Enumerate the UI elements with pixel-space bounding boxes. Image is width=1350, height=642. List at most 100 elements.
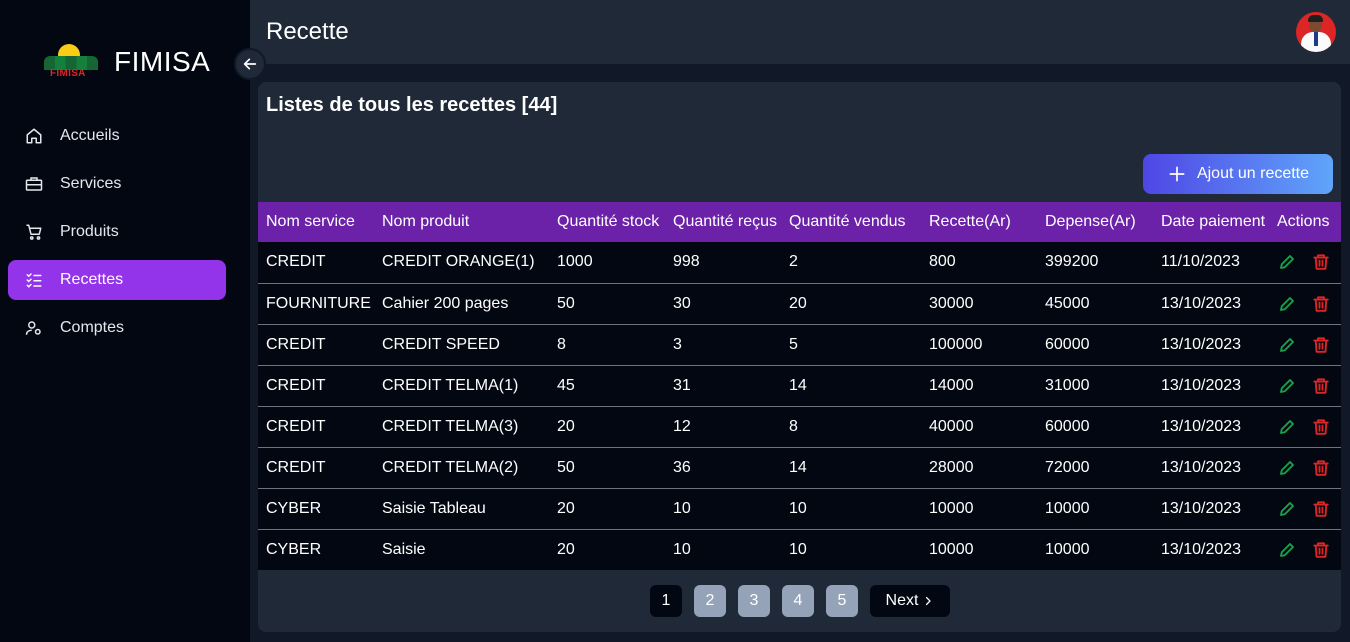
table-cell: 30000 [929, 294, 974, 312]
delete-icon[interactable] [1311, 417, 1331, 437]
sidebar-item-accueils[interactable]: Accueils [8, 116, 226, 156]
delete-icon[interactable] [1311, 252, 1331, 272]
table-cell: 28000 [929, 458, 974, 476]
table-cell: CYBER [266, 499, 322, 517]
cart-icon [24, 222, 44, 242]
edit-icon[interactable] [1277, 417, 1297, 437]
table-cell: 8 [557, 335, 566, 353]
page-button-4[interactable]: 4 [782, 585, 814, 617]
table-cell: 12 [673, 417, 691, 435]
delete-icon[interactable] [1311, 376, 1331, 396]
edit-icon[interactable] [1277, 540, 1297, 560]
table-cell: 10 [673, 499, 691, 517]
table-cell: 31 [673, 376, 691, 394]
page-title: Recette [266, 18, 349, 45]
table-cell: 13/10/2023 [1161, 540, 1242, 558]
table-cell: 8 [789, 417, 798, 435]
table-cell: 10000 [929, 499, 974, 517]
table-cell: 5 [789, 335, 798, 353]
actions-cell [1269, 529, 1341, 570]
table-cell: CYBER [266, 540, 322, 558]
table-cell: 3 [673, 335, 682, 353]
table-cell: 40000 [929, 417, 974, 435]
table-cell: 30 [673, 294, 691, 312]
actions-cell [1269, 242, 1341, 283]
sidebar-item-recettes[interactable]: Recettes [8, 260, 226, 300]
table-cell: 20 [557, 540, 575, 558]
sidebar-item-label: Accueils [60, 127, 120, 144]
collapse-sidebar-button[interactable] [234, 48, 266, 80]
edit-icon[interactable] [1277, 294, 1297, 314]
column-header: Quantité vendus [789, 213, 906, 230]
table-cell: Saisie [382, 540, 426, 558]
column-header: Quantité reçus [673, 213, 778, 230]
table-cell: 13/10/2023 [1161, 294, 1242, 312]
sidebar-item-label: Services [60, 175, 122, 192]
home-icon [24, 126, 44, 146]
table-row: CYBER Saisie 20 10 10 10000 10000 13/10/2023 [258, 529, 1341, 570]
delete-icon[interactable] [1311, 458, 1331, 478]
table-cell: 10000 [1045, 499, 1090, 517]
column-header: Depense(Ar) [1045, 213, 1136, 230]
recettes-table: Nom service Nom produit Quantité stock Q… [258, 202, 1341, 570]
actions-cell [1269, 447, 1341, 488]
actions-cell [1269, 283, 1341, 324]
table-cell: 60000 [1045, 335, 1090, 353]
edit-icon[interactable] [1277, 335, 1297, 355]
delete-icon[interactable] [1311, 294, 1331, 314]
table-cell: CREDIT [266, 417, 326, 435]
plus-icon [1169, 166, 1185, 182]
table-cell: Cahier 200 pages [382, 294, 509, 312]
next-page-button[interactable]: Next [870, 585, 950, 617]
column-header: Quantité stock [557, 213, 660, 230]
column-header: Actions [1277, 213, 1330, 230]
table-cell: FOURNITURE [266, 294, 371, 312]
table-cell: CREDIT TELMA(2) [382, 458, 519, 476]
table-cell: CREDIT [266, 376, 326, 394]
sidebar-item-produits[interactable]: Produits [8, 212, 226, 252]
edit-icon[interactable] [1277, 252, 1297, 272]
sidebar: FIMISA FIMISA Accueils Services Produits [0, 0, 250, 642]
top-header: Recette [250, 0, 1350, 64]
table-cell: 20 [789, 294, 807, 312]
page-button-1[interactable]: 1 [650, 585, 682, 617]
brand[interactable]: FIMISA FIMISA [44, 42, 210, 82]
table-cell: 50 [557, 458, 575, 476]
table-row: CREDIT CREDIT SPEED 8 3 5 100000 60000 13/10/20… [258, 324, 1341, 365]
avatar[interactable] [1296, 12, 1336, 52]
table-cell: 2 [789, 253, 798, 271]
table-cell: 14000 [929, 376, 974, 394]
logo-text: FIMISA [50, 68, 86, 79]
edit-icon[interactable] [1277, 499, 1297, 519]
column-header: Nom produit [382, 213, 470, 230]
sidebar-item-services[interactable]: Services [8, 164, 226, 204]
table-row: CREDIT CREDIT TELMA(3) 20 12 8 40000 60000 13/1… [258, 406, 1341, 447]
next-label: Next [885, 592, 919, 609]
table-cell: 13/10/2023 [1161, 417, 1242, 435]
table-header-row: Nom service Nom produit Quantité stock Q… [258, 202, 1341, 242]
table-cell: 13/10/2023 [1161, 458, 1242, 476]
table-cell: 20 [557, 499, 575, 517]
add-recette-button[interactable]: Ajout un recette [1143, 154, 1333, 194]
delete-icon[interactable] [1311, 335, 1331, 355]
page-button-2[interactable]: 2 [694, 585, 726, 617]
sidebar-item-comptes[interactable]: Comptes [8, 308, 226, 348]
table-cell: 45 [557, 376, 575, 394]
add-recette-label: Ajout un recette [1196, 165, 1310, 182]
table-cell: 10000 [1045, 540, 1090, 558]
delete-icon[interactable] [1311, 540, 1331, 560]
user-settings-icon [24, 318, 44, 338]
delete-icon[interactable] [1311, 499, 1331, 519]
table-cell: 60000 [1045, 417, 1090, 435]
table-cell: 100000 [929, 335, 983, 353]
page-button-5[interactable]: 5 [826, 585, 858, 617]
actions-cell [1269, 324, 1341, 365]
edit-icon[interactable] [1277, 376, 1297, 396]
sidebar-nav: Accueils Services Produits Recettes Comp… [8, 116, 226, 356]
edit-icon[interactable] [1277, 458, 1297, 478]
column-header: Date paiement [1161, 213, 1266, 230]
pagination: 1 2 3 4 5 Next [650, 585, 950, 617]
page-button-3[interactable]: 3 [738, 585, 770, 617]
table-row: FOURNITURE Cahier 200 pages 50 30 20 30000 450… [258, 283, 1341, 324]
table-cell: 50 [557, 294, 575, 312]
